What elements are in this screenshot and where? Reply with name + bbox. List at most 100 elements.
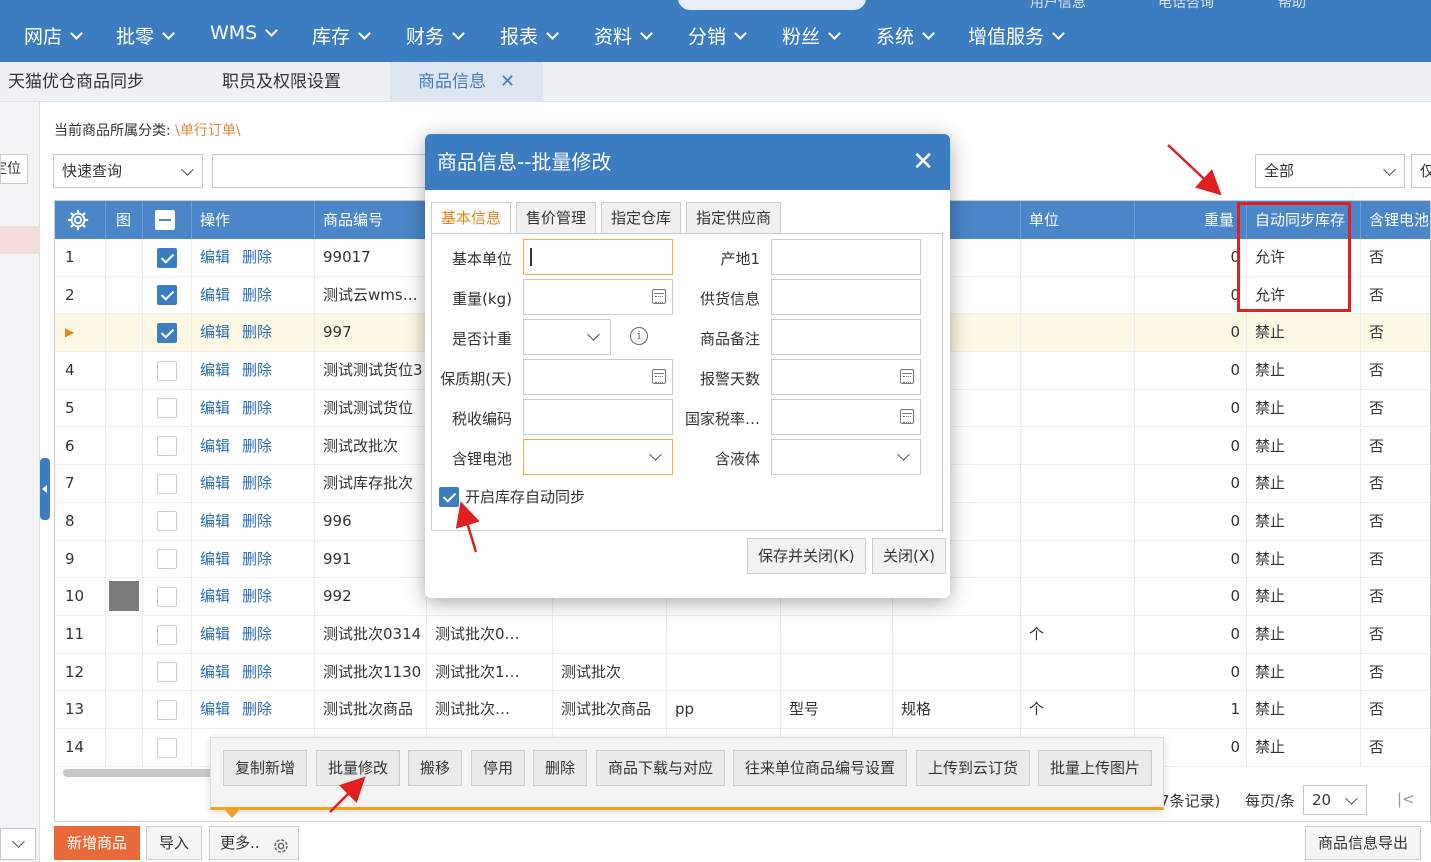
upload-cloud-button[interactable]: 上传到云订货 [916,750,1031,786]
delete-link[interactable]: 删除 [242,437,272,455]
row-checkbox[interactable] [157,549,177,570]
tax-rate-input[interactable] [771,399,921,435]
menu-caiwu[interactable]: 财务 [406,22,465,49]
row-checkbox[interactable] [157,662,177,683]
supply-input[interactable] [771,279,921,315]
row-checkbox[interactable] [157,285,177,306]
table-row[interactable]: 12 编辑 删除 测试批次1130 测试批次1… 测试批次 0 禁止否 [55,653,1430,692]
menu-wangdian[interactable]: 网店 [24,22,83,49]
row-checkbox[interactable] [157,398,177,419]
liquid-select[interactable] [771,439,921,475]
export-button[interactable]: 商品信息导出 [1305,826,1422,860]
edit-link[interactable]: 编辑 [200,437,230,455]
delete-link[interactable]: 删除 [242,700,272,718]
delete-link[interactable]: 删除 [242,663,272,681]
save-close-button[interactable]: 保存并关闭(K) [747,538,866,574]
auto-sync-checkbox[interactable] [439,486,459,507]
global-search-stub[interactable] [678,0,866,10]
menu-wms[interactable]: WMS [210,22,279,44]
menu-zengzhi[interactable]: 增值服务 [968,22,1065,49]
edit-link[interactable]: 编辑 [200,663,230,681]
col-unit[interactable]: 单位 [1021,201,1135,239]
delete-link[interactable]: 删除 [242,550,272,568]
col-battery[interactable]: 含锂电池 [1361,201,1430,239]
edit-link[interactable]: 编辑 [200,700,230,718]
row-checkbox[interactable] [157,699,177,720]
calculator-icon[interactable] [652,369,666,384]
delete-link[interactable]: 删除 [242,512,272,530]
move-button[interactable]: 搬移 [408,750,463,786]
edit-link[interactable]: 编辑 [200,286,230,304]
delete-link[interactable]: 删除 [242,323,272,341]
calculator-icon[interactable] [900,409,914,424]
gear-icon[interactable] [272,834,290,862]
row-checkbox[interactable] [157,360,177,381]
shelf-life-input[interactable] [523,359,673,395]
row-checkbox[interactable] [157,624,177,645]
import-button[interactable]: 导入 [146,826,203,860]
locate-button[interactable]: 定位 [0,154,28,184]
row-checkbox[interactable] [157,322,177,343]
row-checkbox[interactable] [157,737,177,758]
disable-button[interactable]: 停用 [471,750,526,786]
edit-link[interactable]: 编辑 [200,399,230,417]
topbar-phone[interactable]: 电话咨询 [1158,0,1214,12]
topbar-help[interactable]: 帮助 [1278,0,1306,12]
edit-link[interactable]: 编辑 [200,512,230,530]
row-checkbox[interactable] [157,473,177,494]
tab-basic-info[interactable]: 基本信息 [431,202,512,234]
tree-selected-row[interactable] [0,226,40,254]
delete-link[interactable]: 删除 [242,625,272,643]
menu-fensi[interactable]: 粉丝 [782,22,841,49]
delete-link[interactable]: 删除 [242,286,272,304]
delete-link[interactable]: 删除 [242,587,272,605]
first-page-icon[interactable]: |< [1397,790,1415,808]
delete-link[interactable]: 删除 [242,474,272,492]
menu-xitong[interactable]: 系统 [876,22,935,49]
weight-input[interactable] [523,279,673,315]
grid-settings-icon[interactable] [55,201,106,239]
add-product-button[interactable]: 新增商品 [54,826,141,860]
tab-warehouse[interactable]: 指定仓库 [601,202,682,234]
per-page-select[interactable]: 20 [1303,785,1367,815]
delete-button[interactable]: 删除 [533,750,588,786]
row-checkbox[interactable] [157,247,177,268]
info-icon[interactable]: i [630,327,648,345]
col-weight[interactable]: 重量 [1135,201,1247,239]
table-row[interactable]: 13 编辑 删除 测试批次商品 测试批次… 测试批次商品 pp 型号 规格个 1 禁止否 [55,691,1430,730]
collapse-left-icon[interactable] [40,458,50,520]
close-button[interactable]: 关闭(X) [872,538,946,574]
tab-tmall-sync[interactable]: 天猫优仓商品同步 [8,62,144,102]
select-all-checkbox[interactable] [143,201,192,239]
menu-kucun[interactable]: 库存 [312,22,371,49]
row-checkbox[interactable] [157,436,177,456]
partner-code-button[interactable]: 往来单位商品编号设置 [733,750,908,786]
tree-toggle-select[interactable] [0,828,36,860]
battery-select[interactable] [523,439,673,475]
close-icon[interactable]: ✕ [500,71,515,92]
tab-product-info[interactable]: 商品信息 ✕ [390,62,544,102]
table-row[interactable]: 11 编辑 删除 测试批次0314 测试批次0… 个 0 禁止否 [55,616,1430,654]
quick-query-select[interactable]: 快速查询 [53,154,203,188]
tax-code-input[interactable] [523,399,673,435]
close-icon[interactable]: ✕ [912,134,934,190]
auto-sync-option[interactable]: 开启库存自动同步 [439,486,585,507]
delete-link[interactable]: 删除 [242,361,272,379]
menu-fenxiao[interactable]: 分销 [688,22,747,49]
base-unit-input[interactable] [523,239,673,275]
batch-edit-button[interactable]: 批量修改 [316,750,401,786]
tab-staff-permissions[interactable]: 职员及权限设置 [222,62,341,102]
scope-select[interactable]: 全部 [1255,154,1405,188]
batch-upload-images-button[interactable]: 批量上传图片 [1038,750,1153,786]
copy-add-button[interactable]: 复制新增 [223,750,308,786]
alarm-days-input[interactable] [771,359,921,395]
more-button[interactable]: 更多.. [209,826,299,860]
edit-link[interactable]: 编辑 [200,248,230,266]
menu-ziliao[interactable]: 资料 [594,22,653,49]
product-thumbnail[interactable] [109,580,139,611]
weighing-select[interactable] [523,319,611,355]
edit-link[interactable]: 编辑 [200,625,230,643]
tab-price-mgmt[interactable]: 售价管理 [516,202,597,234]
topbar-user[interactable]: 用户信息 [1030,0,1086,12]
calculator-icon[interactable] [900,369,914,384]
